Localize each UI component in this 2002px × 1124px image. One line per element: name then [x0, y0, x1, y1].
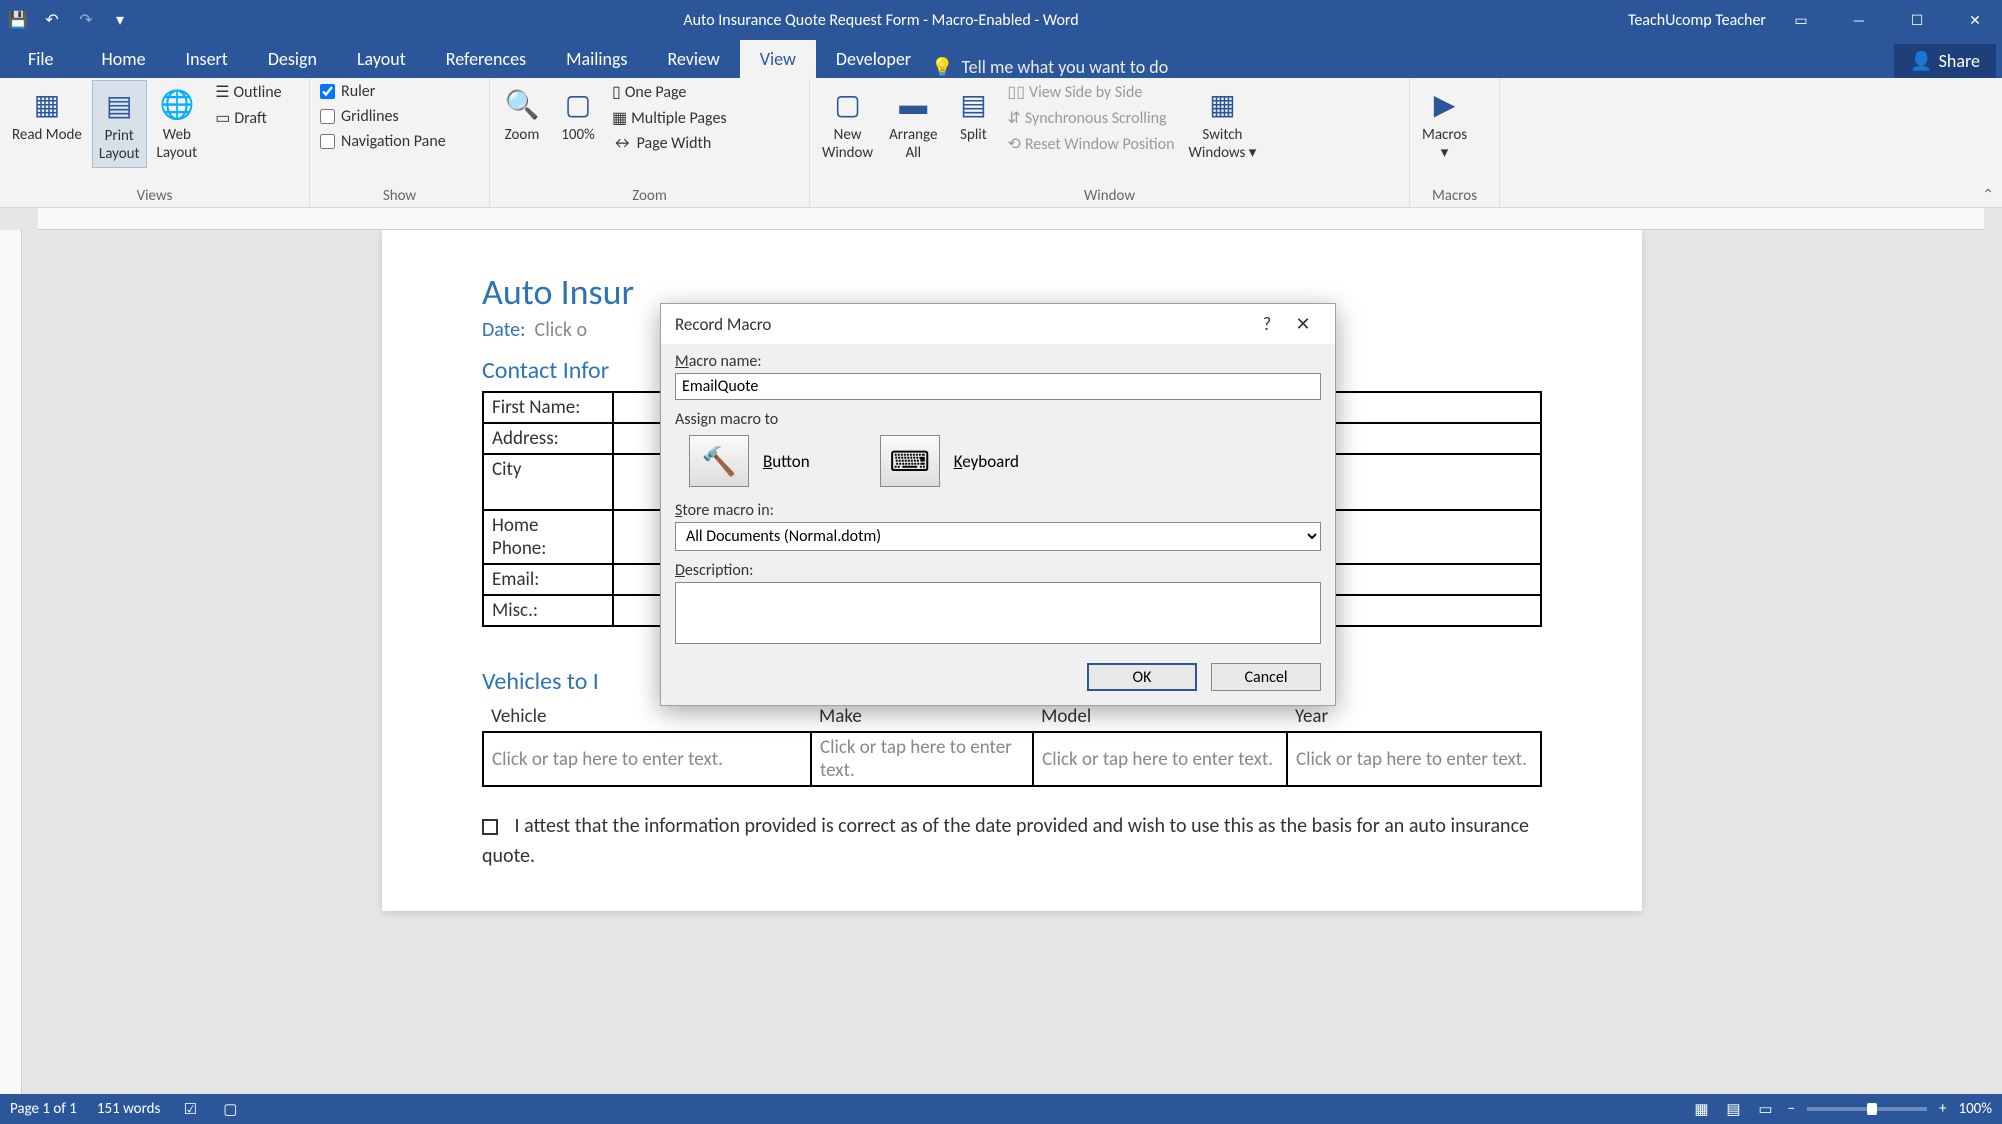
- zoom-out-button[interactable]: −: [1788, 1100, 1795, 1118]
- description-label: Description:: [675, 561, 1321, 580]
- assign-keyboard-option[interactable]: ⌨ Keyboard: [880, 435, 1019, 487]
- keyboard-icon: ⌨: [880, 435, 940, 487]
- read-mode-view-icon[interactable]: ▦: [1692, 1099, 1712, 1119]
- dialog-help-icon[interactable]: ?: [1249, 306, 1285, 342]
- cancel-button[interactable]: Cancel: [1211, 663, 1321, 691]
- page-status[interactable]: Page 1 of 1: [10, 1100, 77, 1118]
- dialog-title: Record Macro: [675, 314, 1249, 335]
- assign-button-option[interactable]: 🔨 Button: [689, 435, 810, 487]
- macro-name-label: Macro name:: [675, 352, 1321, 371]
- ok-button[interactable]: OK: [1087, 663, 1197, 691]
- macro-recording-icon[interactable]: ▢: [220, 1099, 240, 1119]
- macro-name-input[interactable]: [675, 373, 1321, 400]
- status-bar: Page 1 of 1 151 words ☑ ▢ ▦ ▤ ▭ − + 100%: [0, 1094, 2002, 1124]
- store-macro-select[interactable]: All Documents (Normal.dotm): [675, 522, 1321, 551]
- dialog-close-icon[interactable]: ✕: [1285, 306, 1321, 342]
- web-layout-view-icon[interactable]: ▭: [1756, 1099, 1776, 1119]
- description-textarea[interactable]: [675, 582, 1321, 644]
- record-macro-dialog: Record Macro ? ✕ Macro name: Assign macr…: [660, 303, 1336, 706]
- print-layout-view-icon[interactable]: ▤: [1724, 1099, 1744, 1119]
- zoom-level[interactable]: 100%: [1958, 1100, 1992, 1118]
- dialog-backdrop: Record Macro ? ✕ Macro name: Assign macr…: [0, 0, 2002, 1124]
- spellcheck-icon[interactable]: ☑: [180, 1099, 200, 1119]
- button-icon: 🔨: [689, 435, 749, 487]
- zoom-in-button[interactable]: +: [1939, 1100, 1946, 1118]
- word-count[interactable]: 151 words: [97, 1100, 160, 1118]
- store-macro-label: Store macro in:: [675, 501, 1321, 520]
- assign-macro-label: Assign macro to: [675, 410, 1321, 429]
- zoom-slider[interactable]: [1807, 1107, 1927, 1111]
